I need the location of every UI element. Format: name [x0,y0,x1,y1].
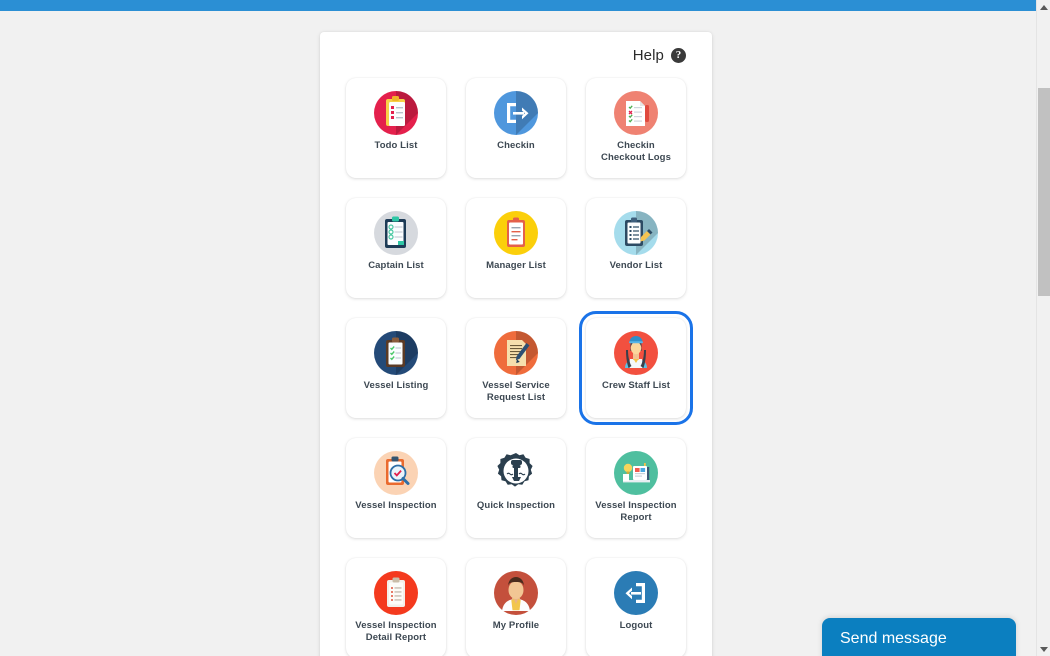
menu-tile-my-profile[interactable]: My Profile [466,558,566,656]
vessel-inspection-detail-report-icon [373,570,419,616]
my-profile-icon [493,570,539,616]
menu-tile-checkin[interactable]: Checkin [466,78,566,178]
menu-tile-vessel-inspection-report[interactable]: Vessel Inspection Report [586,438,686,538]
menu-tile-label: Manager List [486,260,546,271]
menu-tile-vessel-inspection-detail-report[interactable]: Vessel Inspection Detail Report [346,558,446,656]
vendor-list-icon [613,210,659,256]
menu-tile-label: Vessel Inspection Report [595,500,677,523]
menu-tile-quick-inspection[interactable]: Quick Inspection [466,438,566,538]
menu-tile-label: Vendor List [609,260,663,271]
manager-list-icon [493,210,539,256]
question-mark-circle-icon[interactable]: ? [671,47,686,63]
menu-tile-label: Captain List [368,260,424,271]
menu-tile-label: Vessel Listing [363,380,429,391]
menu-tile-label: Vessel Inspection Detail Report [355,620,437,643]
menu-tile-label: Checkin [497,140,535,151]
help-row[interactable]: Help ? [342,32,690,78]
vessel-inspection-report-icon [613,450,659,496]
scroll-up-arrow-icon[interactable] [1037,0,1050,14]
captain-list-icon [373,210,419,256]
send-message-button[interactable]: Send message [822,618,1016,656]
menu-tile-vessel-listing[interactable]: Vessel Listing [346,318,446,418]
vessel-listing-icon [373,330,419,376]
vessel-service-request-list-icon [493,330,539,376]
menu-tile-vessel-service-request-list[interactable]: Vessel Service Request List [466,318,566,418]
menu-grid: Todo List Checkin Checkin Checkout Logs Capt… [342,78,693,656]
menu-tile-manager-list[interactable]: Manager List [466,198,566,298]
menu-tile-captain-list[interactable]: Captain List [346,198,446,298]
help-label: Help [632,46,664,64]
menu-tile-vessel-inspection[interactable]: Vessel Inspection [346,438,446,538]
logout-icon [613,570,659,616]
checkin-checkout-logs-icon [613,90,659,136]
todo-list-icon [373,90,419,136]
menu-tile-label: Crew Staff List [601,380,670,391]
scroll-down-arrow-icon[interactable] [1037,642,1050,656]
menu-tile-label: Todo List [374,140,418,151]
crew-staff-list-icon [613,330,659,376]
menu-panel: Help ? Todo List Checkin Checkin Checkout L… [320,32,712,656]
page-scrollbar[interactable] [1036,0,1050,656]
menu-tile-logout[interactable]: Logout [586,558,686,656]
quick-inspection-icon [493,450,539,496]
menu-tile-label: Vessel Inspection [355,500,437,511]
checkin-icon [493,90,539,136]
menu-tile-label: Logout [619,620,653,631]
menu-tile-todo-list[interactable]: Todo List [346,78,446,178]
vessel-inspection-icon [373,450,419,496]
menu-tile-crew-staff-list[interactable]: Crew Staff List [579,311,693,425]
app-root: Help ? Todo List Checkin Checkin Checkout L… [0,0,1050,656]
menu-tile-vendor-list[interactable]: Vendor List [586,198,686,298]
menu-tile-label: My Profile [492,620,540,631]
menu-tile-checkin-checkout-logs[interactable]: Checkin Checkout Logs [586,78,686,178]
menu-tile-label: Vessel Service Request List [482,380,550,403]
menu-tile-label: Quick Inspection [476,500,556,511]
menu-tile-label: Checkin Checkout Logs [601,140,671,163]
top-accent-bar [0,0,1036,11]
scrollbar-thumb[interactable] [1038,88,1050,296]
